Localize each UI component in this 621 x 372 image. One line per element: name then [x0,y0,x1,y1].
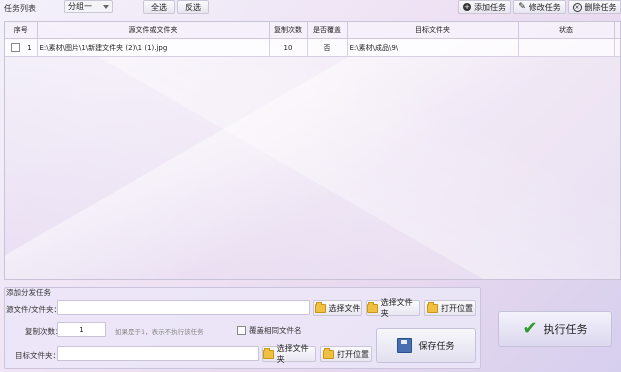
invert-select-label: 反选 [185,2,201,12]
open-target-location-label: 打开位置 [337,349,369,359]
header-index[interactable]: 序号 [5,22,38,39]
delete-task-label: 删除任务 [584,2,617,12]
chevron-down-icon [103,4,109,9]
row-target: E:\素材\成品\9\ [347,38,519,57]
folder-icon [367,301,378,313]
pencil-icon: ✎ [518,2,526,12]
edit-task-button[interactable]: ✎ 修改任务 [513,0,566,14]
edit-task-label: 修改任务 [528,2,561,12]
row-overwrite: 否 [307,38,348,57]
group-select[interactable]: 分组一 [64,0,113,13]
delete-task-button[interactable]: × 删除任务 [568,0,621,14]
add-icon: + [463,3,471,11]
header-status[interactable]: 状态 [518,22,615,39]
grid-background [5,22,620,279]
folder-icon [314,301,326,313]
select-all-button[interactable]: 全选 [143,0,175,14]
row-status [518,38,615,57]
copies-input[interactable]: 1 [57,322,106,337]
open-location-button[interactable]: 打开位置 [424,300,476,316]
row-index: 1 [27,43,32,52]
table-row[interactable]: 1 E:\素材\图片\1\新建文件夹 (2)\1 (1).jpg 10 否 E:… [5,38,620,57]
choose-target-folder-button[interactable]: 选择文件夹 [262,344,316,364]
select-all-label: 全选 [151,2,167,12]
target-input[interactable] [57,346,259,361]
overwrite-checkbox-group[interactable]: 覆盖相同文件名 [237,325,302,336]
save-icon [397,338,413,353]
open-location-label: 打开位置 [441,303,473,313]
row-source: E:\素材\图片\1\新建文件夹 (2)\1 (1).jpg [37,38,270,57]
table-header-row: 序号 源文件或文件夹 复制次数 是否覆盖 目标文件夹 状态 [5,22,620,39]
header-target[interactable]: 目标文件夹 [347,22,519,39]
row-checkbox[interactable] [11,43,20,52]
run-task-button[interactable]: ✔ 执行任务 [498,311,612,347]
row-index-cell: 1 [5,38,38,57]
choose-file-button[interactable]: 选择文件 [313,300,362,316]
target-label: 目标文件夹： [15,351,60,360]
task-table: 序号 源文件或文件夹 复制次数 是否覆盖 目标文件夹 状态 1 E:\素材\图片… [5,22,620,57]
row-extra [614,38,620,57]
run-task-label: 执行任务 [543,323,588,336]
checkmark-icon: ✔ [522,318,538,339]
folder-icon [427,301,438,313]
invert-select-button[interactable]: 反选 [177,0,209,14]
save-task-label: 保存任务 [418,342,455,352]
overwrite-label: 覆盖相同文件名 [249,326,302,335]
open-target-location-button[interactable]: 打开位置 [320,346,372,362]
choose-folder-button[interactable]: 选择文件夹 [366,298,420,318]
group-select-value: 分组一 [68,2,92,11]
choose-file-label: 选择文件 [328,303,361,313]
choose-target-folder-label: 选择文件夹 [276,344,309,364]
header-source[interactable]: 源文件或文件夹 [37,22,270,39]
save-task-button[interactable]: 保存任务 [376,328,476,363]
section-title: 添加分发任务 [6,288,51,297]
task-list-label: 任务列表 [4,4,36,13]
add-task-label: 添加任务 [474,2,506,12]
source-label: 源文件/文件夹： [6,305,62,314]
task-grid[interactable]: 序号 源文件或文件夹 复制次数 是否覆盖 目标文件夹 状态 1 E:\素材\图片… [4,21,621,280]
header-copies[interactable]: 复制次数 [269,22,308,39]
folder-icon [263,347,274,359]
choose-folder-label: 选择文件夹 [380,298,413,318]
folder-icon [323,347,334,359]
copies-hint: 如果是于1，表示不执行该任务 [115,328,204,336]
source-input[interactable] [57,300,310,315]
header-overwrite[interactable]: 是否覆盖 [307,22,348,39]
row-copies: 10 [269,38,308,57]
delete-icon: × [572,2,582,12]
add-task-button[interactable]: + 添加任务 [458,0,511,14]
header-extra [614,22,620,39]
overwrite-checkbox[interactable] [237,326,246,335]
